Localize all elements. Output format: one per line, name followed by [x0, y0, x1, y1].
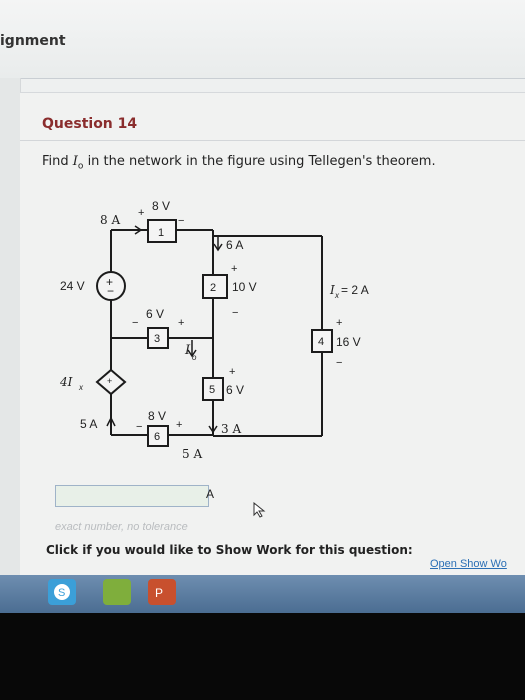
v2-minus: −	[232, 307, 238, 319]
v4-label: 16 V	[336, 335, 361, 349]
svg-text:+: +	[107, 376, 112, 386]
element-6-id: 6	[154, 431, 160, 443]
element-1-id: 1	[158, 227, 164, 239]
skype-icon[interactable]: S	[48, 579, 76, 605]
i1-label: 8 A	[100, 213, 120, 227]
element-4-id: 4	[318, 336, 324, 348]
element-2-id: 2	[210, 282, 216, 294]
source-4ix-label: 4I	[59, 375, 73, 389]
app-icon[interactable]	[103, 579, 131, 605]
source-4ix-sub: x	[78, 383, 84, 392]
io-sub: o	[192, 353, 197, 362]
v3-minus: −	[132, 317, 138, 329]
element-3: 3	[147, 327, 169, 349]
dependent-current-source: + 4I x 5 A	[59, 368, 127, 431]
v1-plus: +	[138, 207, 144, 219]
source-current-label: 5 A	[80, 417, 97, 431]
dark-bezel	[0, 613, 525, 700]
v1-label: 8 V	[152, 199, 170, 213]
v1-minus: −	[178, 215, 184, 227]
svg-text:P: P	[155, 586, 163, 600]
element-6: 6	[147, 425, 169, 447]
ix-value: = 2 A	[341, 283, 369, 297]
element-1: 1	[147, 219, 177, 243]
io-label: I	[184, 343, 191, 358]
v6-label: 8 V	[148, 409, 166, 423]
show-work-label: Click if you would like to Show Work for…	[46, 543, 413, 557]
element-2: 2	[202, 274, 228, 299]
v2-plus: +	[231, 263, 237, 275]
svg-text:−: −	[107, 284, 114, 298]
v3-plus: +	[178, 317, 184, 329]
answer-input[interactable]	[55, 485, 209, 507]
v5-plus: +	[229, 366, 235, 378]
taskbar	[0, 575, 525, 613]
answer-hint: exact number, no tolerance	[55, 521, 188, 533]
svg-text:S: S	[58, 587, 65, 599]
v6-minus: −	[136, 421, 142, 433]
voltage-source-24v: + − 24 V	[60, 271, 126, 301]
open-show-work-link[interactable]: Open Show Wo	[430, 558, 507, 570]
v4-minus: −	[336, 357, 342, 369]
source-24v-label: 24 V	[60, 279, 85, 293]
ix-sub: x	[334, 291, 340, 300]
powerpoint-icon[interactable]: P	[148, 579, 176, 605]
v6-plus: +	[176, 419, 182, 431]
element-5: 5	[202, 377, 224, 401]
element-4: 4	[311, 329, 333, 353]
i6-label: 5 A	[182, 447, 202, 461]
v4-plus: +	[336, 317, 342, 329]
v2-label: 10 V	[232, 280, 257, 294]
i5-label: 3 A	[221, 422, 241, 436]
element-5-id: 5	[209, 384, 215, 396]
wires	[110, 229, 323, 437]
i2-label: 6 A	[226, 238, 243, 252]
v5-label: 6 V	[226, 383, 244, 397]
answer-unit: A	[206, 487, 215, 501]
v3-label: 6 V	[146, 307, 164, 321]
element-3-id: 3	[154, 333, 160, 345]
mouse-cursor-icon	[253, 502, 266, 518]
